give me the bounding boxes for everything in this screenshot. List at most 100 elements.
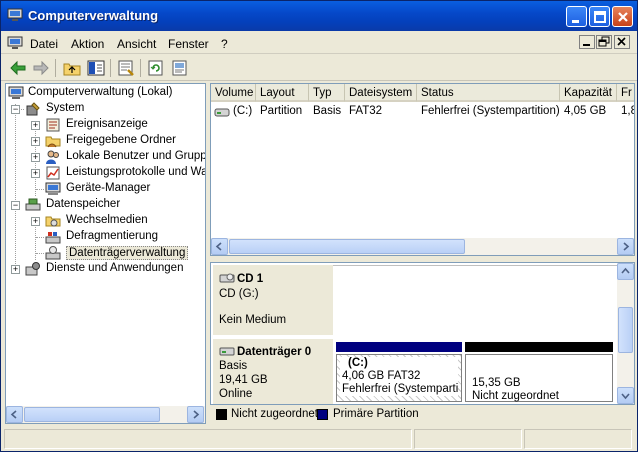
- app-window: Computerverwaltung Datei Aktion Ansicht …: [0, 0, 638, 452]
- expand-icon[interactable]: +: [31, 169, 40, 178]
- scroll-down-icon[interactable]: [617, 387, 634, 404]
- disk-area-cd1[interactable]: [333, 265, 619, 335]
- performance-logs-icon: [46, 166, 60, 180]
- cell-dateisystem: FAT32: [349, 105, 383, 117]
- expand-icon[interactable]: +: [31, 121, 40, 130]
- disk-vertical-scrollbar[interactable]: [617, 263, 634, 404]
- scroll-left-icon[interactable]: [6, 406, 23, 423]
- console-tree[interactable]: Computerverwaltung (Lokal) − System + Er…: [5, 83, 206, 424]
- drive-icon: [214, 108, 230, 117]
- partition-unallocated[interactable]: 15,35 GB Nicht zugeordnet: [465, 342, 613, 402]
- storage-icon: [25, 198, 41, 211]
- column-header-status[interactable]: Status: [417, 84, 560, 102]
- tree-label-freigegebene-ordner: Freigegebene Ordner: [66, 134, 176, 146]
- tree-label-dienste: Dienste und Anwendungen: [46, 262, 184, 274]
- disk-line1: Basis: [219, 360, 248, 372]
- partition-body: 15,35 GB Nicht zugeordnet: [465, 354, 613, 402]
- legend-swatch-primary: [317, 409, 328, 420]
- scroll-right-icon[interactable]: [187, 406, 204, 423]
- disk-name: CD 1: [237, 273, 264, 285]
- close-button[interactable]: [612, 6, 633, 27]
- disk-map[interactable]: CD 1 CD (G:) Kein Medium Datenträger 0 B…: [210, 262, 635, 405]
- scroll-up-icon[interactable]: [617, 263, 634, 280]
- toolbar: [1, 55, 637, 81]
- tree-root[interactable]: Computerverwaltung (Lokal): [8, 85, 205, 101]
- mdi-restore-button[interactable]: [596, 35, 612, 49]
- menu-datei[interactable]: Datei: [30, 37, 58, 51]
- menu-aktion[interactable]: Aktion: [71, 37, 104, 51]
- mdi-close-button[interactable]: [614, 35, 630, 49]
- window-title: Computerverwaltung: [28, 8, 159, 23]
- scroll-left-icon[interactable]: [211, 238, 228, 255]
- tree-item-datenspeicher[interactable]: − Datenspeicher: [11, 197, 205, 213]
- collapse-icon[interactable]: −: [11, 201, 20, 210]
- disk-line1: CD (G:): [219, 288, 259, 300]
- tree-label-datenspeicher: Datenspeicher: [46, 198, 121, 210]
- tree-item-geraete-manager[interactable]: Geräte-Manager: [31, 181, 205, 197]
- expand-icon[interactable]: +: [31, 153, 40, 162]
- column-header-dateisystem[interactable]: Dateisystem: [345, 84, 417, 102]
- menu-fenster[interactable]: Fenster: [168, 37, 209, 51]
- tree-label-root: Computerverwaltung (Lokal): [28, 86, 173, 98]
- tree-item-datentraegerverwaltung[interactable]: Datenträgerverwaltung: [31, 245, 205, 261]
- disk-line3: Kein Medium: [219, 314, 287, 326]
- tree-item-wechselmedien[interactable]: + Wechselmedien: [31, 213, 205, 229]
- tree-label-wechselmedien: Wechselmedien: [66, 214, 148, 226]
- volume-horizontal-scrollbar[interactable]: [211, 238, 634, 255]
- system-menu-icon[interactable]: [7, 36, 23, 50]
- menu-help[interactable]: ?: [221, 37, 228, 51]
- disk-info-cd1[interactable]: CD 1 CD (G:) Kein Medium: [213, 265, 333, 335]
- tree-item-leistungsprotokolle[interactable]: + Leistungsprotokolle und Warnungen: [31, 165, 205, 181]
- cd-drive-icon: [219, 273, 235, 283]
- shared-folder-icon: [45, 136, 61, 148]
- properties-icon[interactable]: [115, 58, 137, 78]
- status-bar: [4, 429, 634, 449]
- tree-horizontal-scrollbar[interactable]: [6, 406, 205, 423]
- mdi-minimize-button[interactable]: [579, 35, 595, 49]
- menu-ansicht[interactable]: Ansicht: [117, 37, 156, 51]
- tree-label-ereignisanzeige: Ereignisanzeige: [66, 118, 148, 130]
- column-header-volume[interactable]: Volume: [211, 84, 256, 102]
- tree-item-ereignisanzeige[interactable]: + Ereignisanzeige: [31, 117, 205, 133]
- disk-line3: Online: [219, 388, 253, 400]
- back-icon[interactable]: [7, 58, 29, 78]
- partition-body: (C:) 4,06 GB FAT32 Fehlerfrei (Systempar…: [336, 354, 462, 402]
- tree-item-lokale-benutzer[interactable]: + Lokale Benutzer und Gruppen: [31, 149, 206, 165]
- expand-icon[interactable]: +: [11, 265, 20, 274]
- minimize-button[interactable]: [566, 6, 587, 27]
- column-header-kapazitaet[interactable]: Kapazität: [560, 84, 617, 102]
- tree-item-system[interactable]: − System: [11, 101, 205, 117]
- volume-list[interactable]: Volume Layout Typ Dateisystem Status Kap…: [210, 83, 635, 256]
- expand-icon[interactable]: +: [31, 217, 40, 226]
- forward-icon[interactable]: [30, 58, 52, 78]
- scrollbar-thumb[interactable]: [229, 239, 465, 254]
- title-bar[interactable]: Computerverwaltung: [1, 1, 637, 31]
- refresh-icon[interactable]: [145, 58, 167, 78]
- hard-disk-icon: [219, 347, 235, 356]
- scrollbar-thumb[interactable]: [618, 307, 633, 353]
- tree-item-dienste[interactable]: + Dienste und Anwendungen: [11, 261, 205, 277]
- column-header-typ[interactable]: Typ: [309, 84, 345, 102]
- scroll-right-icon[interactable]: [617, 238, 634, 255]
- up-folder-icon[interactable]: [61, 58, 83, 78]
- column-header-layout[interactable]: Layout: [256, 84, 309, 102]
- cell-typ: Basis: [313, 105, 342, 117]
- tree-label-lokale-benutzer: Lokale Benutzer und Gruppen: [66, 150, 206, 162]
- disk-line2: 19,41 GB: [219, 374, 268, 386]
- partition-c[interactable]: (C:) 4,06 GB FAT32 Fehlerfrei (Systempar…: [336, 342, 462, 402]
- show-hide-tree-icon[interactable]: [85, 58, 107, 78]
- expand-icon[interactable]: +: [31, 137, 40, 146]
- column-header-frei[interactable]: Fr: [617, 84, 634, 102]
- status-panel-main: [4, 429, 412, 449]
- cell-status: Fehlerfrei (Systempartition): [421, 105, 560, 117]
- tree-item-defragmentierung[interactable]: Defragmentierung: [31, 229, 205, 245]
- tree-label-geraete-manager: Geräte-Manager: [66, 182, 151, 194]
- maximize-button[interactable]: [589, 6, 610, 27]
- tree-label-defragmentierung: Defragmentierung: [66, 230, 159, 242]
- tree-item-freigegebene-ordner[interactable]: + Freigegebene Ordner: [31, 133, 205, 149]
- tree-label-system: System: [46, 102, 85, 114]
- legend-label-primary: Primäre Partition: [333, 408, 419, 420]
- scrollbar-thumb[interactable]: [24, 407, 160, 422]
- help-icon[interactable]: [169, 58, 191, 78]
- disk-info-disk0[interactable]: Datenträger 0 Basis 19,41 GB Online: [213, 339, 333, 404]
